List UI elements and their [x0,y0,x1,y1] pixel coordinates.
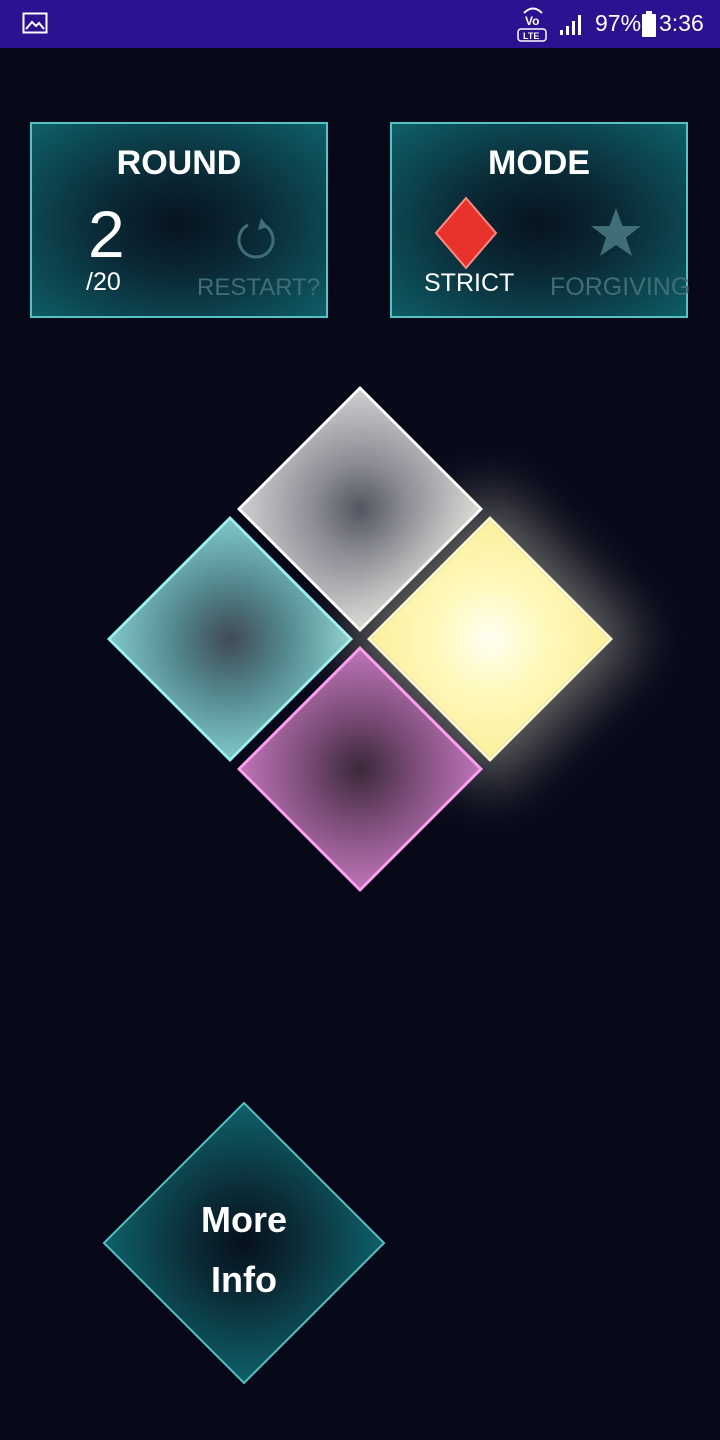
round-panel: ROUND 2 /20 RESTART? [30,122,328,318]
battery-icon [642,11,656,37]
more-info-label[interactable]: More Info [144,1190,344,1310]
gallery-icon [22,12,48,34]
round-title: ROUND [116,144,242,182]
svg-text:LTE: LTE [523,31,539,41]
strict-mode-button[interactable]: STRICT [424,269,514,298]
volte-icon: Vo LTE [517,7,547,42]
more-info-line2: Info [211,1259,277,1300]
signal-icon [560,15,581,35]
round-total: /20 [86,268,121,296]
mode-title: MODE [488,144,590,182]
restart-icon[interactable] [234,216,278,260]
clock-time: 3:36 [659,10,704,36]
game-board [100,380,620,900]
forgiving-mode-button[interactable]: FORGIVING [550,273,690,302]
star-icon[interactable] [588,206,644,262]
round-current: 2 [88,197,125,271]
restart-button[interactable]: RESTART? [197,274,320,302]
svg-text:Vo: Vo [525,14,539,28]
status-bar: Vo LTE 97% 3:36 [0,0,720,48]
diamond-icon[interactable] [434,196,498,270]
more-info-line1: More [200,1199,287,1240]
battery-percent: 97% [595,10,642,36]
mode-panel: MODE STRICT FORGIVING [390,122,690,318]
